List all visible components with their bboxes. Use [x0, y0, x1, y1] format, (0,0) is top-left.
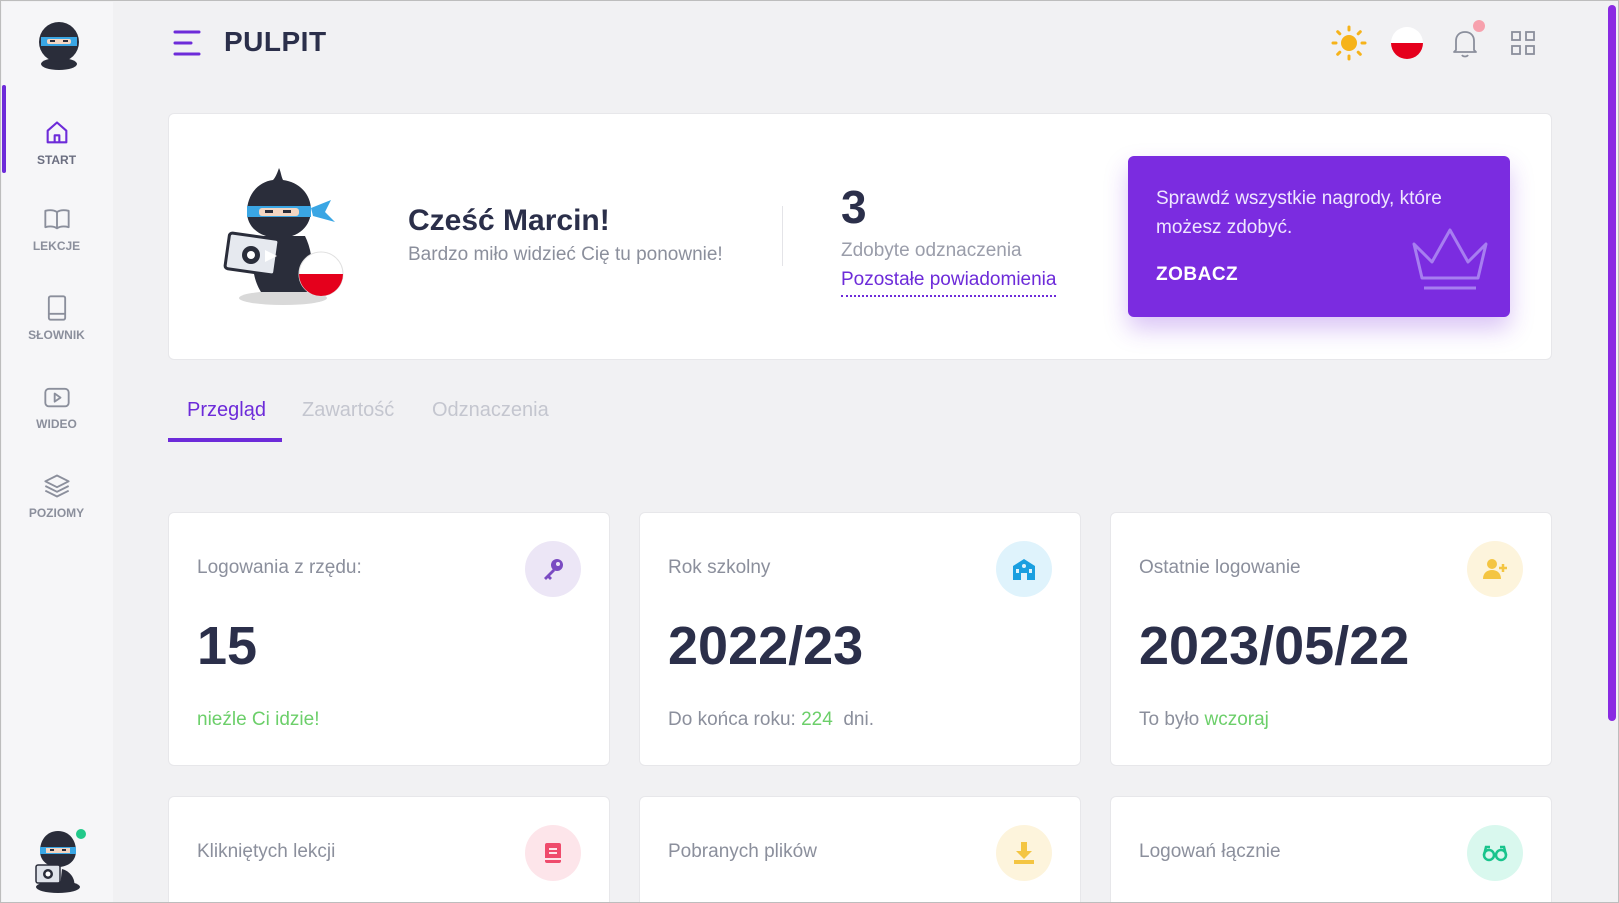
menu-icon[interactable] — [173, 29, 203, 57]
stat-card-last-login: Ostatnie logowanie 2023/05/22 To było wc… — [1110, 512, 1552, 766]
remaining-notifications-link[interactable]: Pozostałe powiadomienia — [841, 269, 1057, 297]
app-window: START LEKCJE SŁOWNIK WIDEO POZIOMY PULPI… — [0, 0, 1619, 903]
sidebar-item-label: START — [36, 153, 77, 167]
divider — [782, 206, 783, 266]
user-plus-icon — [1467, 541, 1523, 597]
stat-title: Ostatnie logowanie — [1139, 557, 1301, 578]
rewards-promo-card[interactable]: Sprawdź wszystkie nagrody, które możesz … — [1128, 156, 1510, 317]
greeting-text: Cześć Marcin! — [408, 204, 610, 237]
see-rewards-button[interactable]: ZOBACZ — [1156, 264, 1238, 286]
stat-value: 15 — [197, 616, 258, 676]
video-icon — [43, 387, 70, 408]
book-open-icon — [43, 209, 70, 230]
ninja-mascot-icon — [223, 168, 344, 305]
stat-value: 2022/23 — [668, 616, 864, 676]
sidebar-item-lekcje[interactable]: LEKCJE — [1, 189, 112, 269]
stat-title: Logowań łącznie — [1139, 841, 1281, 862]
crown-icon — [1412, 228, 1488, 290]
active-tab-underline — [168, 438, 282, 442]
grid-icon[interactable] — [1505, 25, 1541, 61]
tab-przeglad[interactable]: Przegląd — [187, 399, 266, 422]
sidebar-item-start[interactable]: START — [1, 103, 112, 183]
lesson-book-icon — [525, 825, 581, 881]
poland-flag-icon[interactable] — [1389, 25, 1425, 61]
download-icon — [996, 825, 1052, 881]
layers-icon — [43, 474, 70, 498]
tab-zawartosc[interactable]: Zawartość — [302, 399, 394, 422]
stat-card-downloaded-files: Pobranych plików — [639, 796, 1081, 902]
stat-card-clicked-lessons: Klikniętych lekcji — [168, 796, 610, 902]
sidebar-item-label: LEKCJE — [32, 239, 81, 253]
sidebar-item-wideo[interactable]: WIDEO — [1, 367, 112, 447]
ninja-logo-icon[interactable] — [35, 20, 83, 70]
sidebar-item-label: POZIOMY — [28, 506, 85, 520]
stat-note: nieźle Ci idzie! — [197, 709, 320, 730]
online-status-dot — [74, 827, 88, 841]
book-icon — [47, 295, 66, 321]
badge-label: Zdobyte odznaczenia — [841, 240, 1022, 261]
sidebar-item-label: SŁOWNIK — [28, 328, 85, 342]
sun-icon[interactable] — [1331, 25, 1367, 61]
notification-dot — [1473, 20, 1485, 32]
stat-card-school-year: Rok szkolny 2022/23 Do końca roku: 224 d… — [639, 512, 1081, 766]
sidebar-item-slownik[interactable]: SŁOWNIK — [1, 278, 112, 358]
home-icon — [46, 121, 67, 144]
key-icon — [525, 541, 581, 597]
welcome-card: Cześć Marcin! Bardzo miło widzieć Cię tu… — [168, 113, 1552, 360]
stat-card-login-streak: Logowania z rzędu: 15 nieźle Ci idzie! — [168, 512, 610, 766]
scrollbar-thumb[interactable] — [1608, 5, 1616, 721]
sidebar-item-poziomy[interactable]: POZIOMY — [1, 456, 112, 536]
badge-count: 3 — [841, 181, 867, 233]
stat-title: Rok szkolny — [668, 557, 771, 578]
stat-note: To było wczoraj — [1139, 709, 1269, 730]
page-title: PULPIT — [224, 26, 327, 57]
stat-card-total-logins: Logowań łącznie — [1110, 796, 1552, 902]
stat-value: 2023/05/22 — [1139, 616, 1410, 676]
stat-note: Do końca roku: 224 dni. — [668, 709, 874, 730]
glasses-icon — [1467, 825, 1523, 881]
school-icon — [996, 541, 1052, 597]
stat-title: Klikniętych lekcji — [197, 841, 336, 862]
greeting-subtitle: Bardzo miło widzieć Cię tu ponownie! — [408, 244, 723, 265]
stat-title: Pobranych plików — [668, 841, 817, 862]
tab-odznaczenia[interactable]: Odznaczenia — [432, 399, 549, 422]
stat-title: Logowania z rzędu: — [197, 557, 362, 578]
sidebar-item-label: WIDEO — [36, 417, 77, 431]
